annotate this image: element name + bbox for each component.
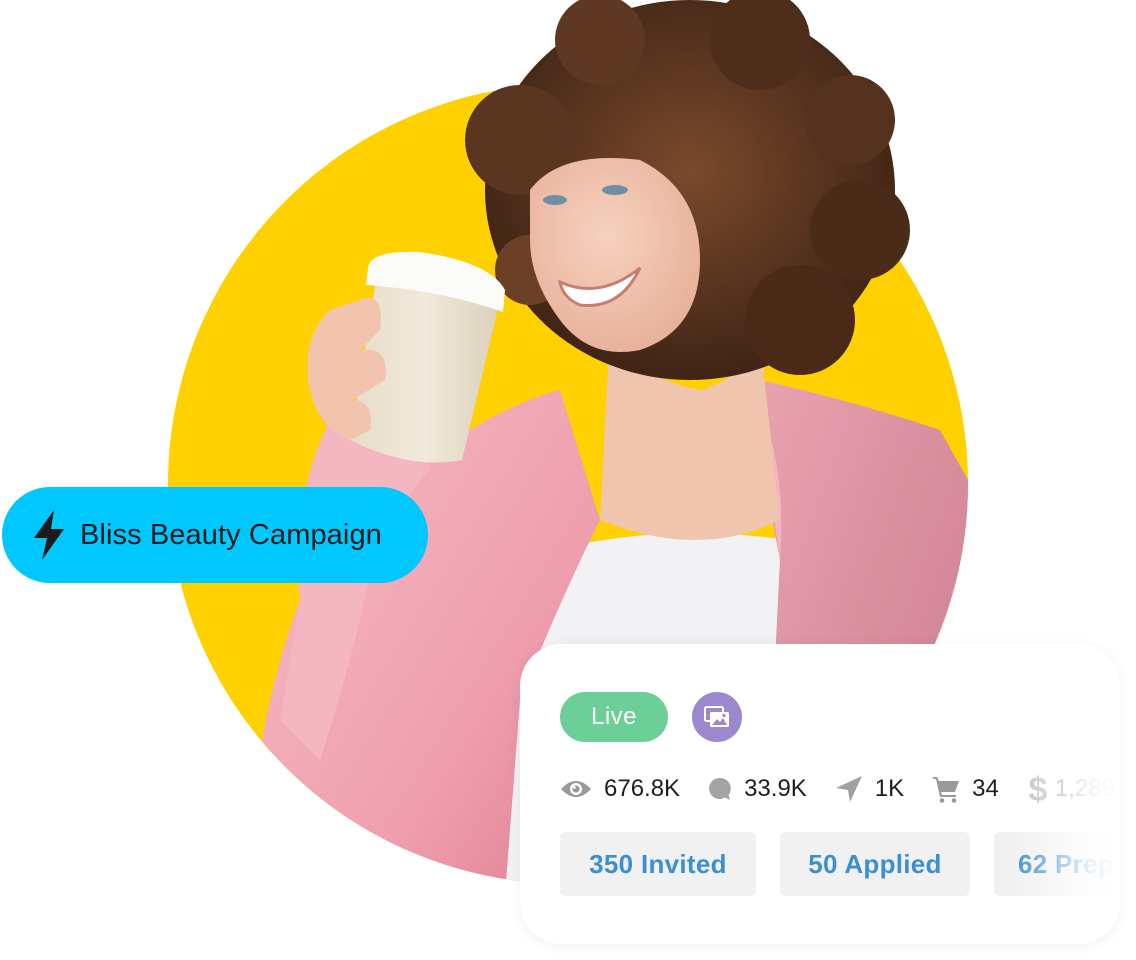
stat-purchases: 34	[932, 775, 999, 803]
stat-revenue: $ 1,289	[1027, 772, 1115, 806]
lightning-bolt-icon	[34, 510, 64, 560]
pipeline-prep-button[interactable]: 62 Prep	[994, 832, 1120, 896]
engagement-stats-row: 676.8K 33.9K 1K 34 $ 1,289	[560, 772, 1120, 806]
stat-comments-value: 33.9K	[744, 775, 807, 802]
campaign-name-pill[interactable]: Bliss Beauty Campaign	[2, 487, 428, 583]
woman-eye	[543, 195, 567, 205]
stat-comments: 33.9K	[708, 775, 807, 803]
stat-shares: 1K	[835, 775, 904, 803]
stat-purchases-value: 34	[972, 775, 999, 802]
svg-text:$: $	[1028, 772, 1047, 806]
stat-revenue-value: 1,289	[1054, 775, 1115, 802]
live-status-badge: Live	[560, 692, 668, 742]
badge-row: Live	[560, 692, 742, 742]
stat-views-value: 676.8K	[604, 775, 681, 802]
comment-bubble-icon	[709, 777, 731, 800]
pipeline-invited-button[interactable]: 350 Invited	[560, 832, 756, 896]
shopping-cart-icon	[933, 777, 960, 803]
dollar-icon: $	[1028, 772, 1047, 806]
pipeline-applied-button[interactable]: 50 Applied	[780, 832, 970, 896]
woman-eye	[602, 185, 628, 195]
pipeline-status-row: 350 Invited 50 Applied 62 Prep	[560, 832, 1120, 896]
eye-icon	[561, 781, 591, 797]
media-type-badge	[692, 692, 742, 742]
send-arrow-icon	[835, 776, 862, 802]
campaign-stats-card: Live 676.8K 33.9K 1K 34 $ 1,289 350 Invi…	[520, 644, 1120, 944]
stat-views: 676.8K	[560, 775, 680, 803]
image-gallery-icon	[704, 706, 729, 727]
campaign-name: Bliss Beauty Campaign	[80, 518, 382, 551]
stat-shares-value: 1K	[874, 775, 905, 802]
